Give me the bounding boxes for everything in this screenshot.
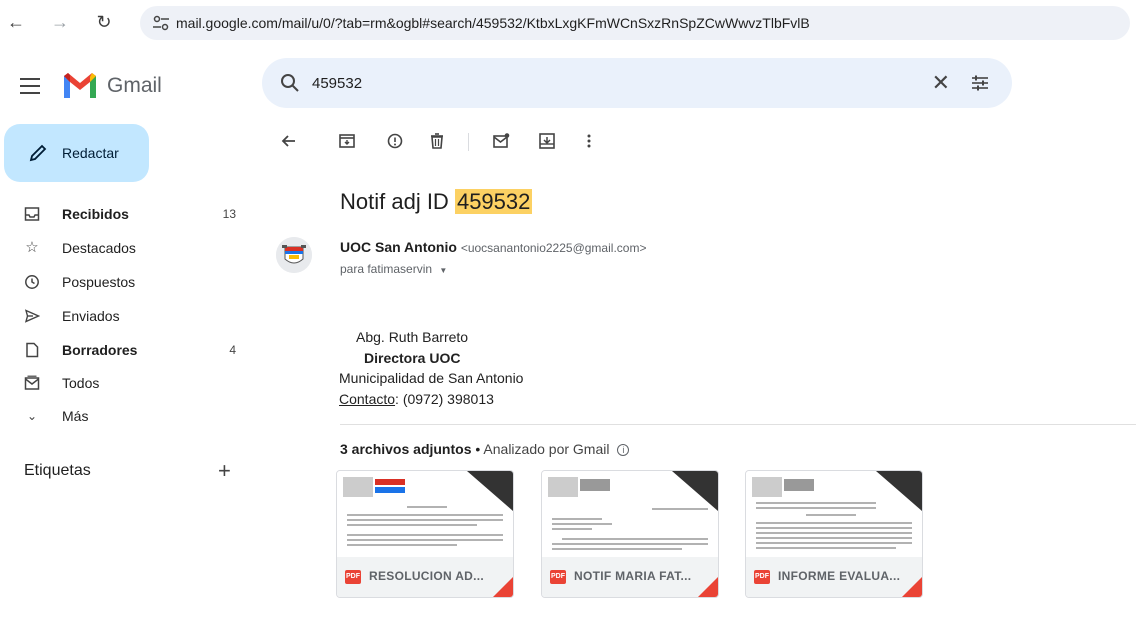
scan-status: Analizado por Gmail [483, 441, 610, 457]
attachment-footer: PDF INFORME EVALUA... [746, 557, 922, 597]
signature-organization: Municipalidad de San Antonio [339, 370, 524, 386]
signature-name: Abg. Ruth Barreto [356, 329, 469, 345]
attachment-preview [337, 471, 513, 557]
sender-logo-icon [276, 237, 312, 273]
send-icon [24, 309, 40, 323]
sidebar-item-all-mail[interactable]: Todos [0, 367, 256, 399]
labels-heading: Etiquetas [24, 462, 91, 479]
attachments-count: 3 archivos adjuntos [340, 441, 472, 457]
sidebar-item-label: Destacados [62, 240, 136, 256]
contact-phone: : (0972) 398013 [395, 391, 494, 407]
unread-count: 13 [222, 207, 236, 221]
email-subject: Notif adj ID 459532 [340, 189, 533, 215]
attachment-card[interactable]: PDF RESOLUCION AD... [336, 470, 514, 598]
sidebar-item-label: Borradores [62, 342, 138, 358]
recipient-line[interactable]: para fatimaservin ▼ [340, 262, 447, 276]
sidebar-item-label: Enviados [62, 308, 120, 324]
attachment-preview [746, 471, 922, 557]
avatar[interactable] [276, 237, 312, 273]
sidebar-item-snoozed[interactable]: Pospuestos [0, 266, 256, 298]
compose-button[interactable]: Redactar [4, 124, 149, 182]
move-to-icon[interactable] [538, 132, 556, 150]
sender-name[interactable]: UOC San Antonio [340, 239, 457, 255]
draft-icon [26, 342, 39, 358]
sidebar-item-sent[interactable]: Enviados [0, 300, 256, 332]
chevron-down-icon: ⌄ [26, 409, 38, 423]
all-mail-icon [24, 375, 40, 390]
archive-icon[interactable] [338, 132, 356, 150]
attachment-filename: NOTIF MARIA FAT... [574, 569, 692, 583]
search-icon[interactable] [280, 73, 300, 93]
file-corner-icon [902, 577, 922, 597]
attachment-footer: PDF RESOLUCION AD... [337, 557, 513, 597]
url-text: mail.google.com/mail/u/0/?tab=rm&ogbl#se… [176, 15, 810, 31]
clear-search-icon[interactable]: ✕ [932, 72, 950, 94]
toolbar-divider [468, 133, 469, 151]
attachment-filename: RESOLUCION AD... [369, 569, 485, 583]
add-label-icon[interactable]: + [218, 458, 231, 484]
sidebar-item-label: Pospuestos [62, 274, 136, 290]
attachments-divider [340, 424, 1136, 425]
file-corner-icon [493, 577, 513, 597]
pdf-icon: PDF [754, 570, 770, 584]
search-input[interactable]: 459532 [312, 75, 362, 92]
pdf-icon: PDF [345, 570, 361, 584]
signature-contact: Contacto: (0972) 398013 [339, 391, 494, 407]
search-bar[interactable]: 459532 ✕ [262, 58, 1012, 108]
sidebar-item-label: Recibidos [62, 206, 129, 222]
star-icon: ☆ [25, 239, 39, 256]
attachments-header: 3 archivos adjuntos • Analizado por Gmai… [340, 441, 630, 457]
search-options-icon[interactable] [970, 73, 990, 93]
gmail-logo-icon[interactable] [62, 70, 98, 100]
attachments-separator: • [471, 441, 484, 457]
mark-unread-icon[interactable] [492, 132, 510, 150]
compose-label: Redactar [62, 145, 119, 161]
more-options-icon[interactable] [580, 132, 598, 150]
browser-toolbar: ← → ↻ mail.google.com/mail/u/0/?tab=rm&o… [0, 0, 1136, 46]
sidebar-item-label: Más [62, 408, 89, 424]
gmail-wordmark: Gmail [107, 74, 162, 97]
sidebar-item-drafts[interactable]: Borradores 4 [0, 334, 256, 366]
sidebar-item-more[interactable]: ⌄ Más [0, 400, 256, 432]
sidebar-item-starred[interactable]: ☆ Destacados [0, 232, 256, 264]
signature-title: Directora UOC [364, 350, 461, 366]
reload-icon[interactable]: ↻ [94, 12, 114, 32]
back-arrow-icon[interactable]: ← [6, 12, 26, 32]
attachment-footer: PDF NOTIF MARIA FAT... [542, 557, 718, 597]
contact-link[interactable]: Contacto [339, 391, 395, 407]
attachment-card[interactable]: PDF INFORME EVALUA... [745, 470, 923, 598]
sender-email: <uocsanantonio2225@gmail.com> [460, 241, 647, 255]
sidebar-item-inbox[interactable]: Recibidos 13 [0, 198, 256, 230]
recipient-text: para fatimaservin [340, 262, 433, 276]
attachment-filename: INFORME EVALUA... [778, 569, 901, 583]
recipient-details-dropdown-icon[interactable]: ▼ [439, 266, 447, 275]
subject-text: Notif adj ID [340, 189, 449, 214]
clock-icon [25, 275, 39, 289]
back-to-list-icon[interactable] [280, 132, 298, 150]
inbox-icon [24, 207, 40, 221]
subject-search-highlight: 459532 [454, 189, 533, 214]
sender-line: UOC San Antonio <uocsanantonio2225@gmail… [340, 239, 646, 255]
pencil-icon [29, 144, 47, 162]
info-icon[interactable]: i [617, 444, 630, 457]
draft-count: 4 [229, 343, 236, 357]
attachment-card[interactable]: PDF NOTIF MARIA FAT... [541, 470, 719, 598]
delete-icon[interactable] [428, 132, 446, 150]
file-corner-icon [698, 577, 718, 597]
pdf-icon: PDF [550, 570, 566, 584]
sidebar-item-label: Todos [62, 375, 100, 391]
report-spam-icon[interactable] [386, 132, 404, 150]
main-menu-icon[interactable] [20, 78, 40, 94]
site-settings-icon[interactable] [152, 15, 170, 31]
forward-arrow-icon[interactable]: → [50, 12, 70, 32]
attachment-preview [542, 471, 718, 557]
address-bar[interactable]: mail.google.com/mail/u/0/?tab=rm&ogbl#se… [140, 6, 1130, 40]
